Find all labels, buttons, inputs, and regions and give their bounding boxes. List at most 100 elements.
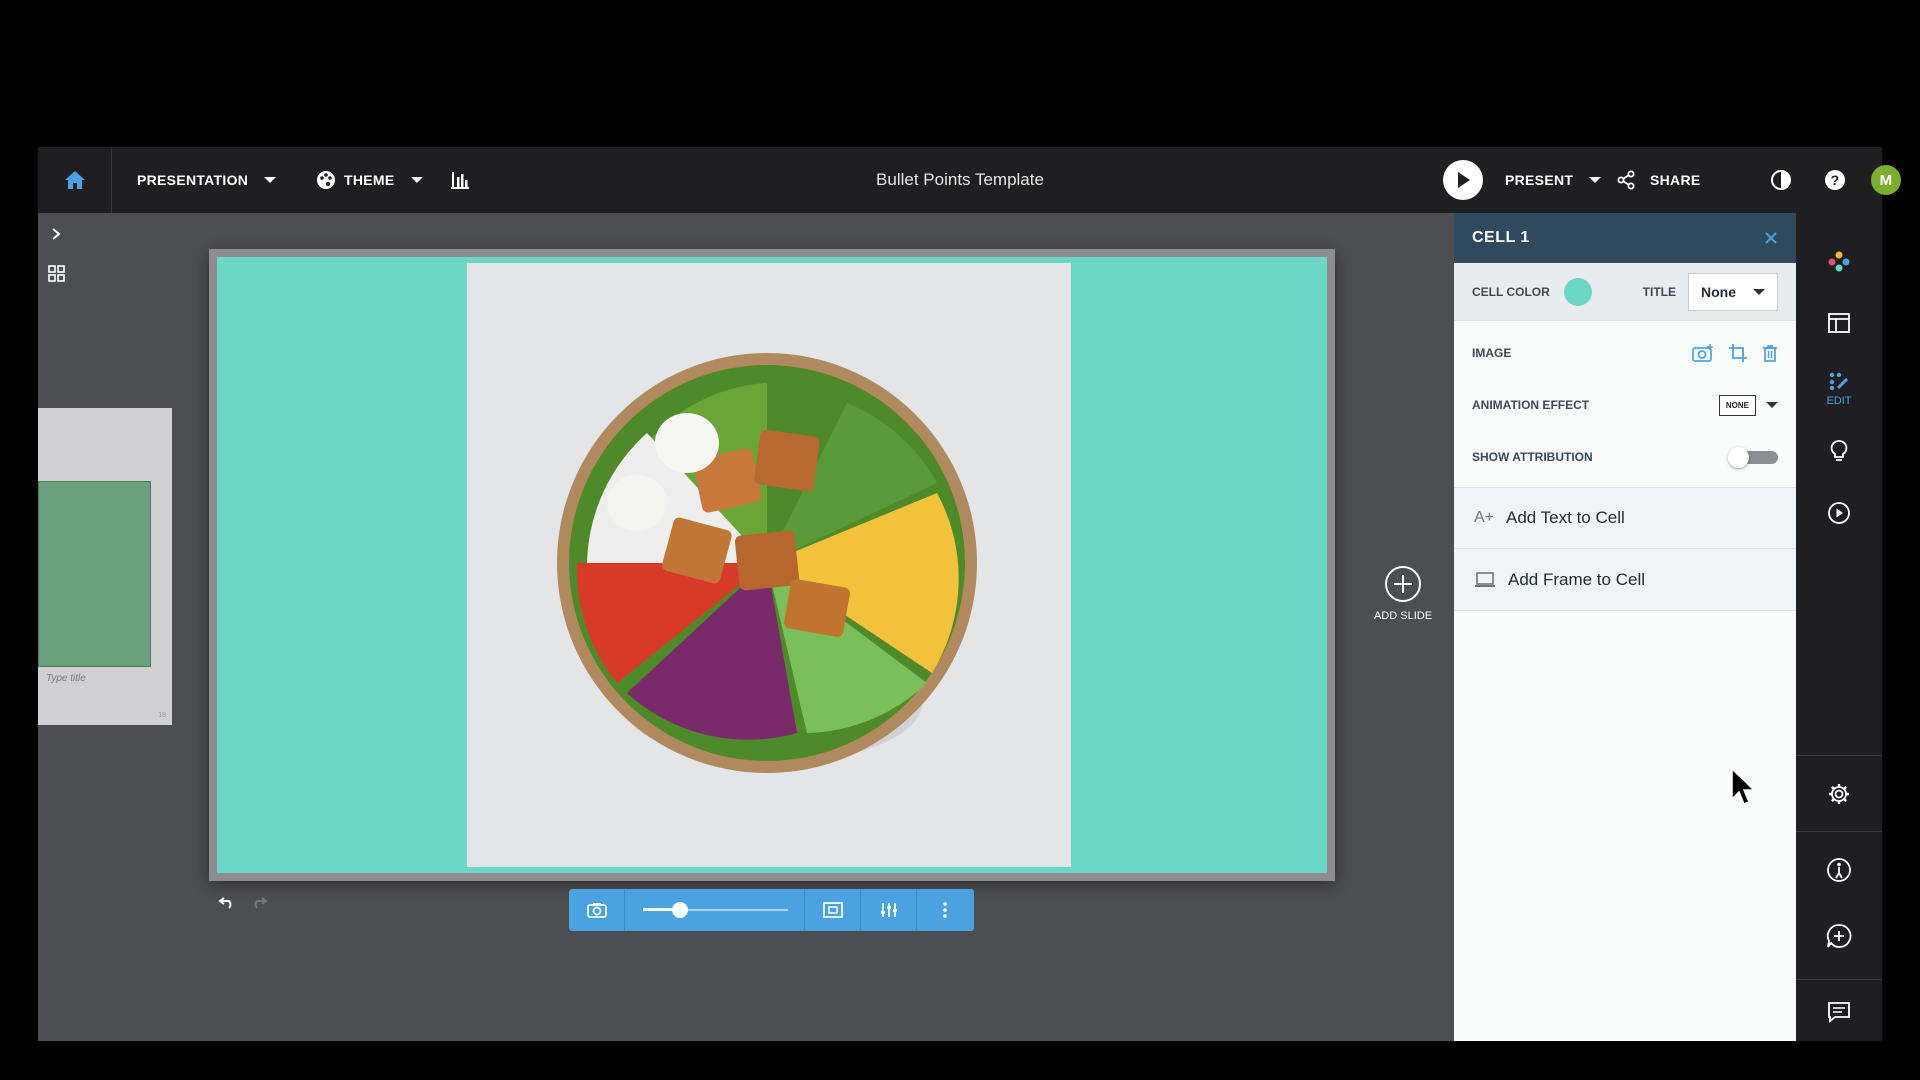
panel-title: CELL 1 <box>1472 229 1530 246</box>
more-vertical-icon <box>943 902 947 918</box>
presentation-menu-label: PRESENTATION <box>137 172 249 188</box>
grid-view-icon[interactable] <box>48 265 65 282</box>
slide-cell[interactable] <box>217 257 1327 873</box>
comment-plus-icon <box>1826 924 1852 948</box>
zoom-slider[interactable] <box>625 889 805 931</box>
rail-divider <box>1796 979 1882 980</box>
share-button[interactable]: SHARE <box>1616 147 1701 213</box>
attribution-row: SHOW ATTRIBUTION <box>1454 431 1796 483</box>
share-label: SHARE <box>1650 172 1701 188</box>
add-frame-label: Add Frame to Cell <box>1508 569 1645 589</box>
chevron-right-icon[interactable] <box>50 227 62 241</box>
zoom-handle[interactable] <box>671 902 688 918</box>
theme-menu[interactable]: THEME <box>316 147 423 213</box>
notes-button[interactable] <box>1796 989 1882 1035</box>
add-text-to-cell-button[interactable]: A+ Add Text to Cell <box>1454 487 1796 549</box>
contrast-toggle[interactable] <box>1770 147 1792 213</box>
lightbulb-icon <box>1830 440 1848 461</box>
cell-color-swatch[interactable] <box>1563 277 1592 306</box>
play-circle-icon <box>1828 502 1850 524</box>
image-label: IMAGE <box>1472 346 1512 360</box>
ideas-button[interactable] <box>1796 431 1882 471</box>
present-label: PRESENT <box>1505 172 1574 188</box>
add-frame-to-cell-button[interactable]: Add Frame to Cell <box>1454 549 1796 611</box>
thumbnail-caption: Type title <box>46 673 86 684</box>
layout-button[interactable] <box>1796 303 1882 343</box>
left-rail <box>38 213 78 413</box>
slide-thumbnail[interactable]: Type title 18 <box>38 408 172 725</box>
gear-icon <box>1829 784 1849 804</box>
attribution-label: SHOW ATTRIBUTION <box>1472 450 1593 464</box>
sliders-icon <box>880 903 897 917</box>
title-select[interactable]: None <box>1688 272 1778 311</box>
add-text-label: Add Text to Cell <box>1506 508 1625 527</box>
thumbnail-image-cell <box>38 481 151 667</box>
fit-image-button[interactable] <box>805 889 861 931</box>
laptop-icon <box>1475 571 1495 587</box>
add-slide-button[interactable]: ADD SLIDE <box>1363 565 1443 622</box>
camera-plus-icon[interactable] <box>1692 344 1714 362</box>
toggle-knob <box>1728 447 1749 468</box>
panel-header: CELL 1 <box>1454 213 1796 263</box>
animation-label: ANIMATION EFFECT <box>1472 398 1590 412</box>
image-row: IMAGE <box>1454 327 1796 379</box>
animation-row: ANIMATION EFFECT NONE <box>1454 379 1796 431</box>
dots-cluster-icon <box>1828 251 1850 272</box>
thumbnail-number: 18 <box>158 712 166 719</box>
bar-chart-icon <box>451 172 469 189</box>
more-options-button[interactable] <box>917 889 973 931</box>
adjust-image-button[interactable] <box>861 889 917 931</box>
user-menu[interactable]: M <box>1871 147 1901 213</box>
play-icon <box>1443 160 1483 200</box>
accessibility-icon <box>1827 858 1851 882</box>
fit-icon <box>822 902 843 918</box>
comments-button[interactable] <box>1796 911 1882 961</box>
animation-value: NONE <box>1718 394 1756 416</box>
rail-divider <box>1796 755 1882 756</box>
help-button[interactable]: ? <box>1824 147 1846 213</box>
theme-menu-label: THEME <box>344 172 395 188</box>
slide-canvas <box>209 249 1335 881</box>
smart-layout-button[interactable] <box>1796 241 1882 281</box>
contrast-icon <box>1771 170 1791 190</box>
accessibility-button[interactable] <box>1796 845 1882 895</box>
animation-button[interactable] <box>1796 493 1882 533</box>
edit-dots-icon <box>1829 372 1849 391</box>
crop-icon[interactable] <box>1728 343 1748 363</box>
plus-circle-icon <box>1385 566 1421 602</box>
animation-select[interactable]: NONE <box>1718 394 1778 416</box>
present-button[interactable]: PRESENT <box>1443 147 1602 213</box>
presentation-menu[interactable]: PRESENTATION <box>137 147 277 213</box>
share-icon <box>1617 170 1635 190</box>
help-icon: ? <box>1825 170 1845 190</box>
svg-text:?: ? <box>1831 172 1840 188</box>
redo-icon[interactable] <box>250 895 268 909</box>
right-toolbar: EDIT <box>1796 213 1882 1041</box>
title-select-value: None <box>1701 283 1736 300</box>
trash-icon[interactable] <box>1762 344 1778 362</box>
close-icon[interactable] <box>1764 231 1778 245</box>
mouse-cursor-icon <box>1731 767 1756 805</box>
table-layout-icon <box>1828 313 1850 333</box>
chevron-down-icon <box>1766 402 1778 408</box>
chevron-down-icon <box>1753 288 1765 295</box>
attribution-toggle[interactable] <box>1728 446 1778 468</box>
chevron-down-icon <box>410 177 423 183</box>
top-bar: PRESENTATION THEME Bullet Points Templat… <box>38 147 1901 213</box>
settings-button[interactable] <box>1796 769 1882 819</box>
cell-color-label: CELL COLOR <box>1472 284 1550 299</box>
app-window: PRESENTATION THEME Bullet Points Templat… <box>38 147 1901 1041</box>
home-button[interactable] <box>38 147 112 213</box>
chevron-down-icon <box>264 177 277 183</box>
avatar: M <box>1871 165 1901 195</box>
edit-button[interactable]: EDIT <box>1796 361 1882 417</box>
undo-icon[interactable] <box>218 895 236 909</box>
analytics-button[interactable] <box>450 147 470 213</box>
add-text-icon: A+ <box>1474 509 1495 526</box>
replace-image-button[interactable] <box>569 889 625 931</box>
salad-bowl-image[interactable] <box>467 263 1071 867</box>
document-title: Bullet Points Template <box>876 170 1044 189</box>
cell-settings-row: CELL COLOR TITLE None <box>1454 263 1796 321</box>
cell-edit-panel: CELL 1 CELL COLOR TITLE None IMAGE ANIMA… <box>1454 213 1796 1041</box>
home-icon <box>64 171 85 189</box>
